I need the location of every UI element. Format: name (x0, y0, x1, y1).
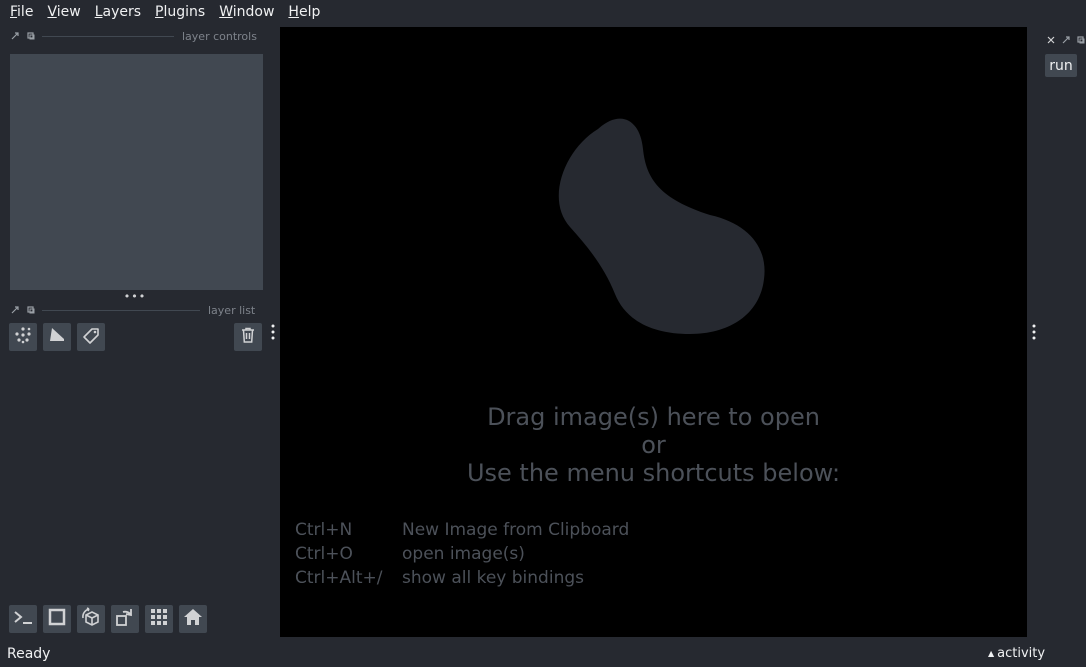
float-icon[interactable] (10, 31, 20, 41)
layer-controls-title: layer controls (182, 29, 257, 43)
menu-help[interactable]: Help (288, 4, 320, 20)
points-icon (13, 325, 33, 349)
status-text: Ready (7, 646, 51, 662)
shortcut-key: Ctrl+Alt+/ (295, 568, 383, 588)
trash-icon (239, 326, 257, 348)
welcome-line-3: Use the menu shortcuts below: (466, 459, 841, 487)
float-icon[interactable] (10, 305, 20, 315)
grid-view-button[interactable] (145, 605, 173, 633)
viewer-canvas[interactable]: Drag image(s) here to open or Use the me… (280, 27, 1027, 637)
grid-icon (149, 607, 169, 631)
shortcut-key: Ctrl+O (295, 544, 353, 564)
layer-list-title: layer list (208, 303, 256, 317)
detach-icon[interactable] (26, 305, 36, 315)
caret-up-icon: ▲ (988, 649, 995, 658)
roll-icon (80, 606, 102, 632)
detach-icon[interactable] (1077, 35, 1086, 45)
run-button[interactable]: run (1045, 54, 1077, 77)
transpose-dims-button[interactable] (111, 605, 139, 633)
title-divider (42, 309, 200, 311)
activity-label: activity (997, 646, 1046, 661)
ndisplay-button[interactable] (43, 605, 71, 633)
roll-dims-button[interactable] (77, 605, 105, 633)
layer-controls-titlebar: layer controls (10, 29, 260, 43)
welcome-line-1: Drag image(s) here to open (487, 403, 820, 431)
menu-view[interactable]: View (47, 4, 80, 20)
menu-layers[interactable]: Layers (95, 4, 141, 20)
home-icon (183, 607, 203, 631)
layer-controls-panel (10, 54, 263, 290)
napari-logo (558, 118, 765, 334)
shortcut-desc: show all key bindings (402, 568, 584, 588)
home-button[interactable] (179, 605, 207, 633)
activity-toggle[interactable]: ▲ activity (988, 646, 1045, 661)
menu-file[interactable]: File (10, 4, 33, 20)
splitter-handle[interactable]: ••• (120, 290, 150, 303)
right-dock-titlebar (1046, 35, 1086, 45)
new-labels-layer-button[interactable] (77, 323, 105, 351)
new-points-layer-button[interactable] (9, 323, 37, 351)
ndisplay-icon (47, 607, 67, 631)
menu-window[interactable]: Window (219, 4, 274, 20)
right-dock-resize-handle[interactable] (1031, 322, 1037, 342)
console-icon (12, 607, 34, 631)
console-button[interactable] (9, 605, 37, 633)
labels-icon (81, 325, 101, 349)
detach-icon[interactable] (26, 31, 36, 41)
delete-layer-button[interactable] (234, 323, 262, 351)
left-dock-resize-handle[interactable] (270, 322, 276, 342)
shapes-icon (47, 325, 67, 349)
title-divider (42, 35, 174, 37)
welcome-line-2: or (641, 431, 666, 459)
close-icon[interactable] (1046, 35, 1055, 45)
shortcut-desc: New Image from Clipboard (402, 520, 630, 540)
layer-list-titlebar: layer list (10, 303, 260, 317)
new-shapes-layer-button[interactable] (43, 323, 71, 351)
float-icon[interactable] (1061, 35, 1070, 45)
shortcut-key: Ctrl+N (295, 520, 353, 540)
transpose-icon (114, 606, 136, 632)
menu-plugins[interactable]: Plugins (155, 4, 205, 20)
menubar: File View Layers Plugins Window Help (0, 0, 1086, 24)
shortcut-desc: open image(s) (402, 544, 525, 564)
